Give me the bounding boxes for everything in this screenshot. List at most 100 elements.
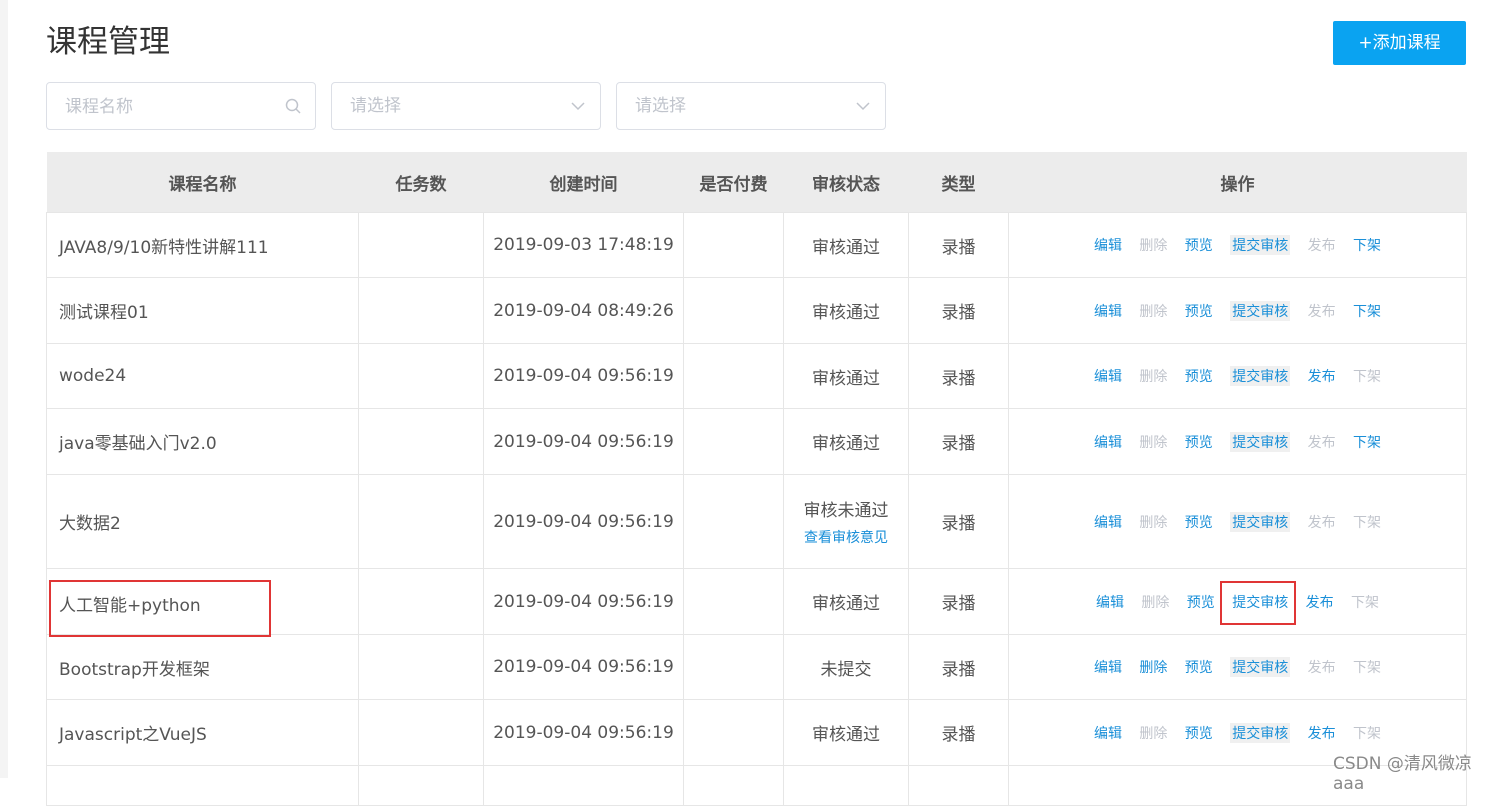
column-header-task-count: 任务数: [358, 152, 484, 213]
publish-link[interactable]: 发布: [1308, 657, 1336, 677]
course-name-cell: JAVA8/9/10新特性讲解111: [46, 212, 359, 278]
preview-link[interactable]: 预览: [1185, 301, 1213, 321]
column-header-type: 类型: [908, 152, 1009, 213]
delete-link[interactable]: 删除: [1139, 657, 1167, 677]
actions-cell: 编辑 删除 预览 提交审核 发布 下架: [1008, 474, 1467, 569]
offline-link[interactable]: 下架: [1353, 512, 1381, 532]
created-time-cell: 2019-09-04 09:56:19: [483, 474, 684, 569]
publish-link[interactable]: 发布: [1308, 301, 1336, 321]
review-status-cell: 审核未通过 查看审核意见: [783, 474, 909, 569]
preview-link[interactable]: 预览: [1185, 235, 1213, 255]
course-name-search[interactable]: [46, 82, 316, 131]
delete-link[interactable]: 删除: [1139, 235, 1167, 255]
course-name-cell: Bootstrap开发框架: [46, 634, 359, 700]
paid-cell: [683, 277, 784, 344]
chevron-down-icon: [856, 102, 870, 111]
created-time-cell: 2019-09-04 09:56:19: [483, 343, 684, 409]
paid-cell: [683, 212, 784, 278]
course-table: 课程名称 任务数 创建时间 是否付费 审核状态 类型 操作 JAVA8/9/10…: [46, 152, 1467, 806]
task-count-cell: [358, 474, 484, 569]
offline-link[interactable]: 下架: [1353, 366, 1381, 386]
table-row: 大数据2 2019-09-04 09:56:19 审核未通过 查看审核意见 录播…: [46, 474, 1467, 569]
preview-link[interactable]: 预览: [1185, 366, 1213, 386]
submit-review-link[interactable]: 提交审核: [1230, 300, 1291, 321]
highlight-box-course-name: [49, 580, 271, 637]
preview-link[interactable]: 预览: [1187, 592, 1215, 612]
table-row: [46, 765, 1467, 806]
offline-link[interactable]: 下架: [1353, 432, 1381, 452]
edit-link[interactable]: 编辑: [1094, 235, 1122, 255]
publish-link[interactable]: 发布: [1308, 723, 1336, 743]
task-count-cell: [358, 568, 484, 635]
actions-cell: 编辑 删除 预览 提交审核 发布 下架: [1008, 634, 1467, 700]
preview-link[interactable]: 预览: [1185, 432, 1213, 452]
type-cell: 录播: [908, 699, 1009, 766]
offline-link[interactable]: 下架: [1353, 235, 1381, 255]
created-time-cell: 2019-09-04 09:56:19: [483, 568, 684, 635]
task-count-cell: [358, 699, 484, 766]
table-row: Javascript之VueJS 2019-09-04 09:56:19 审核通…: [46, 699, 1467, 766]
edit-link[interactable]: 编辑: [1096, 592, 1124, 612]
course-name-cell: 大数据2: [46, 474, 359, 569]
created-time-cell: 2019-09-04 08:49:26: [483, 277, 684, 344]
review-status-cell: 审核通过: [783, 277, 909, 344]
column-header-paid: 是否付费: [683, 152, 784, 213]
delete-link[interactable]: 删除: [1141, 592, 1169, 612]
course-name-cell: Javascript之VueJS: [46, 699, 359, 766]
publish-link[interactable]: 发布: [1308, 512, 1336, 532]
type-cell: 录播: [908, 634, 1009, 700]
offline-link[interactable]: 下架: [1351, 592, 1379, 612]
delete-link[interactable]: 删除: [1139, 301, 1167, 321]
actions-cell: 编辑 删除 预览 提交审核 发布 下架: [1008, 408, 1467, 475]
edit-link[interactable]: 编辑: [1094, 432, 1122, 452]
preview-link[interactable]: 预览: [1185, 657, 1213, 677]
offline-link[interactable]: 下架: [1353, 301, 1381, 321]
search-icon[interactable]: [285, 98, 301, 114]
type-cell: 录播: [908, 277, 1009, 344]
submit-review-link[interactable]: 提交审核: [1230, 657, 1291, 677]
filter-select-1-placeholder: 请选择: [350, 96, 401, 116]
submit-review-link[interactable]: 提交审核: [1230, 511, 1291, 532]
filter-select-1[interactable]: 请选择: [331, 82, 601, 130]
delete-link[interactable]: 删除: [1139, 366, 1167, 386]
submit-review-link[interactable]: 提交审核: [1230, 366, 1291, 386]
add-course-button[interactable]: +添加课程: [1333, 21, 1466, 65]
offline-link[interactable]: 下架: [1353, 723, 1381, 743]
actions-cell: 编辑 删除 预览 提交审核 发布 下架: [1008, 277, 1467, 344]
type-cell: 录播: [908, 343, 1009, 409]
submit-review-link[interactable]: 提交审核: [1230, 235, 1291, 255]
created-time-cell: 2019-09-04 09:56:19: [483, 634, 684, 700]
edit-link[interactable]: 编辑: [1094, 723, 1122, 743]
submit-review-link[interactable]: 提交审核: [1230, 722, 1291, 743]
review-status-cell: 审核通过: [783, 699, 909, 766]
delete-link[interactable]: 删除: [1139, 512, 1167, 532]
table-row: 测试课程01 2019-09-04 08:49:26 审核通过 录播 编辑 删除…: [46, 277, 1467, 344]
preview-link[interactable]: 预览: [1185, 723, 1213, 743]
publish-link[interactable]: 发布: [1306, 592, 1334, 612]
edit-link[interactable]: 编辑: [1094, 657, 1122, 677]
created-time-cell: 2019-09-04 09:56:19: [483, 699, 684, 766]
edit-link[interactable]: 编辑: [1094, 366, 1122, 386]
empty-cell: [483, 765, 684, 806]
delete-link[interactable]: 删除: [1139, 432, 1167, 452]
submit-review-link[interactable]: 提交审核: [1230, 431, 1291, 452]
publish-link[interactable]: 发布: [1308, 235, 1336, 255]
edit-link[interactable]: 编辑: [1094, 512, 1122, 532]
empty-cell: [46, 765, 359, 806]
table-row: java零基础入门v2.0 2019-09-04 09:56:19 审核通过 录…: [46, 408, 1467, 475]
preview-link[interactable]: 预览: [1185, 512, 1213, 532]
type-cell: 录播: [908, 212, 1009, 278]
empty-cell: [908, 765, 1009, 806]
paid-cell: [683, 699, 784, 766]
filter-select-2[interactable]: 请选择: [616, 82, 886, 130]
delete-link[interactable]: 删除: [1139, 723, 1167, 743]
offline-link[interactable]: 下架: [1353, 657, 1381, 677]
view-review-opinion-link[interactable]: 查看审核意见: [784, 527, 908, 547]
column-header-actions: 操作: [1008, 152, 1467, 213]
edit-link[interactable]: 编辑: [1094, 301, 1122, 321]
review-status-cell: 审核通过: [783, 212, 909, 278]
publish-link[interactable]: 发布: [1308, 366, 1336, 386]
course-name-cell: wode24: [46, 343, 359, 409]
publish-link[interactable]: 发布: [1308, 432, 1336, 452]
course-name-input[interactable]: [47, 83, 277, 131]
